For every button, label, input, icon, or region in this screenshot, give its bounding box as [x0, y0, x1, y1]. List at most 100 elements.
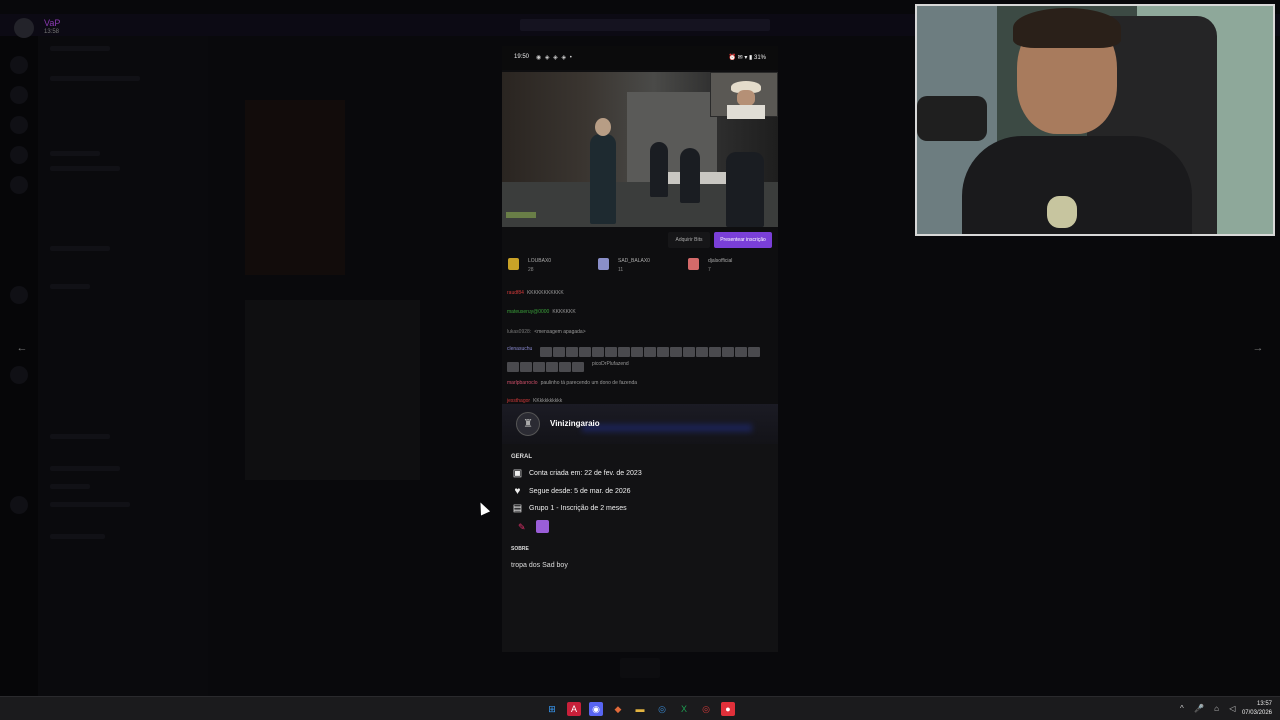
chat-username[interactable]: clenasuchu — [507, 346, 532, 352]
chat-username[interactable]: lukas0928: — [507, 329, 531, 335]
app-a-icon[interactable]: A — [567, 702, 581, 716]
image-thumbnail[interactable] — [620, 658, 660, 678]
video-character — [726, 152, 764, 227]
channel-item[interactable] — [50, 76, 140, 81]
next-arrow-icon[interactable]: → — [1250, 340, 1266, 356]
get-bits-button[interactable]: Adquirir Bits — [668, 232, 710, 248]
emote — [520, 362, 532, 372]
clock-date: 07/03/2026 — [1241, 710, 1272, 716]
server-icon[interactable] — [10, 86, 28, 104]
emote — [696, 347, 708, 357]
following-text: Segue desde: 5 de mar. de 2026 — [529, 488, 631, 495]
emote — [683, 347, 695, 357]
phone-screenshot[interactable]: 19:50 ◉ ◈ ◈ ◈ • ⏰ ✉ ▾ ▮ 31% Adquirir Bit… — [502, 46, 778, 652]
account-status: 13:58 — [44, 29, 60, 35]
subscriber-badge-icon[interactable] — [536, 520, 549, 533]
chat-text: picoDrPlufazend — [592, 361, 629, 367]
profile-username[interactable]: Vinizingaraio — [550, 419, 600, 428]
chat-username[interactable]: marlpbarroclo — [507, 380, 538, 386]
channel-item[interactable] — [50, 151, 100, 156]
emote — [540, 347, 552, 357]
channel-list — [38, 36, 208, 696]
app-ring-icon[interactable]: ◎ — [699, 702, 713, 716]
emote — [507, 362, 519, 372]
avatar[interactable]: ♜ — [516, 412, 540, 436]
chat-text: <mensagem apagada> — [534, 329, 586, 335]
user-profile-card: ♜ Vinizingaraio GERAL ▣ Conta criada em:… — [502, 404, 778, 652]
emote — [735, 347, 747, 357]
emote — [748, 347, 760, 357]
top-banner — [520, 19, 770, 31]
server-icon[interactable] — [10, 146, 28, 164]
server-rail — [0, 36, 38, 696]
streamer-facecam — [915, 4, 1275, 236]
record-icon[interactable]: ● — [721, 702, 735, 716]
previous-arrow-icon[interactable]: ← — [14, 340, 30, 356]
server-icon[interactable] — [10, 366, 28, 384]
folder-icon[interactable]: ▬ — [633, 702, 647, 716]
chat-message: mateuseruy@0000 KKKKKKK — [507, 309, 576, 315]
channel-item[interactable] — [50, 166, 120, 171]
emote — [618, 347, 630, 357]
cam-face — [737, 90, 755, 106]
channel-item[interactable] — [50, 434, 110, 439]
heart-icon: ♥ — [514, 486, 521, 497]
discord-icon[interactable]: ◉ — [589, 702, 603, 716]
excel-icon[interactable]: X — [677, 702, 691, 716]
stream-video[interactable] — [502, 72, 778, 227]
server-icon[interactable] — [10, 496, 28, 514]
channel-item[interactable] — [50, 534, 105, 539]
phone-status-bar: 19:50 ◉ ◈ ◈ ◈ • ⏰ ✉ ▾ ▮ 31% — [502, 46, 778, 70]
video-wall — [627, 92, 717, 182]
server-icon[interactable] — [10, 286, 28, 304]
video-character-head — [595, 118, 611, 136]
emote — [559, 362, 571, 372]
following-row: ♥ Segue desde: 5 de mar. de 2026 — [511, 486, 771, 498]
system-tray[interactable]: ^ 🎤 ⌂ ◁ — [1180, 704, 1239, 713]
channel-item[interactable] — [50, 466, 120, 471]
windows-taskbar: ⊞ A ◉ ◆ ▬ ◎ X ◎ ● ^ 🎤 ⌂ ◁ 13:57 07/03/20… — [0, 696, 1280, 720]
leader-name: djalsofficial — [708, 258, 733, 264]
chat-text: KKKKKKKKKKK — [526, 290, 564, 296]
about-text: tropa dos Sad boy — [511, 562, 568, 569]
subscription-text: Grupo 1 - Inscrição de 2 meses — [529, 505, 627, 512]
chat-username[interactable]: raudf84 — [507, 290, 524, 296]
channel-item[interactable] — [50, 484, 90, 489]
microphone — [917, 96, 987, 141]
chat-username[interactable]: mateuseruy@0000 — [507, 309, 549, 315]
chat-image[interactable] — [245, 300, 420, 480]
chrome-icon[interactable]: ◎ — [655, 702, 669, 716]
taskbar-clock[interactable]: 13:57 07/03/2026 — [1242, 700, 1272, 718]
emote — [670, 347, 682, 357]
channel-item[interactable] — [50, 284, 90, 289]
emote — [566, 347, 578, 357]
avatar[interactable] — [14, 18, 34, 38]
emote — [572, 362, 584, 372]
chat-image[interactable] — [245, 100, 345, 275]
emote — [546, 362, 558, 372]
game-hud — [506, 212, 536, 218]
server-icon[interactable] — [10, 116, 28, 134]
account-panel[interactable]: VaP 13:58 — [6, 14, 66, 38]
server-icon[interactable] — [10, 56, 28, 74]
section-about-title: SOBRE — [511, 546, 529, 552]
emote — [657, 347, 669, 357]
emote — [722, 347, 734, 357]
emote — [605, 347, 617, 357]
emote — [592, 347, 604, 357]
leader-value: 28 — [528, 267, 534, 273]
gift-icon — [508, 258, 519, 270]
channel-item[interactable] — [50, 246, 110, 251]
chat-message: lukas0928: <mensagem apagada> — [507, 329, 586, 335]
channel-item[interactable] — [50, 46, 110, 51]
emote-row — [540, 344, 768, 357]
windows-start-icon[interactable]: ⊞ — [545, 702, 559, 716]
server-icon[interactable] — [10, 176, 28, 194]
gift-sub-button[interactable]: Presentear inscrição — [714, 232, 772, 248]
account-name: VaP — [44, 18, 61, 28]
app-color-icon[interactable]: ◆ — [611, 702, 625, 716]
video-character — [590, 134, 616, 224]
clock-time: 13:57 — [1256, 701, 1272, 707]
channel-item[interactable] — [50, 502, 130, 507]
feather-badge-icon[interactable]: ✎ — [518, 522, 528, 532]
